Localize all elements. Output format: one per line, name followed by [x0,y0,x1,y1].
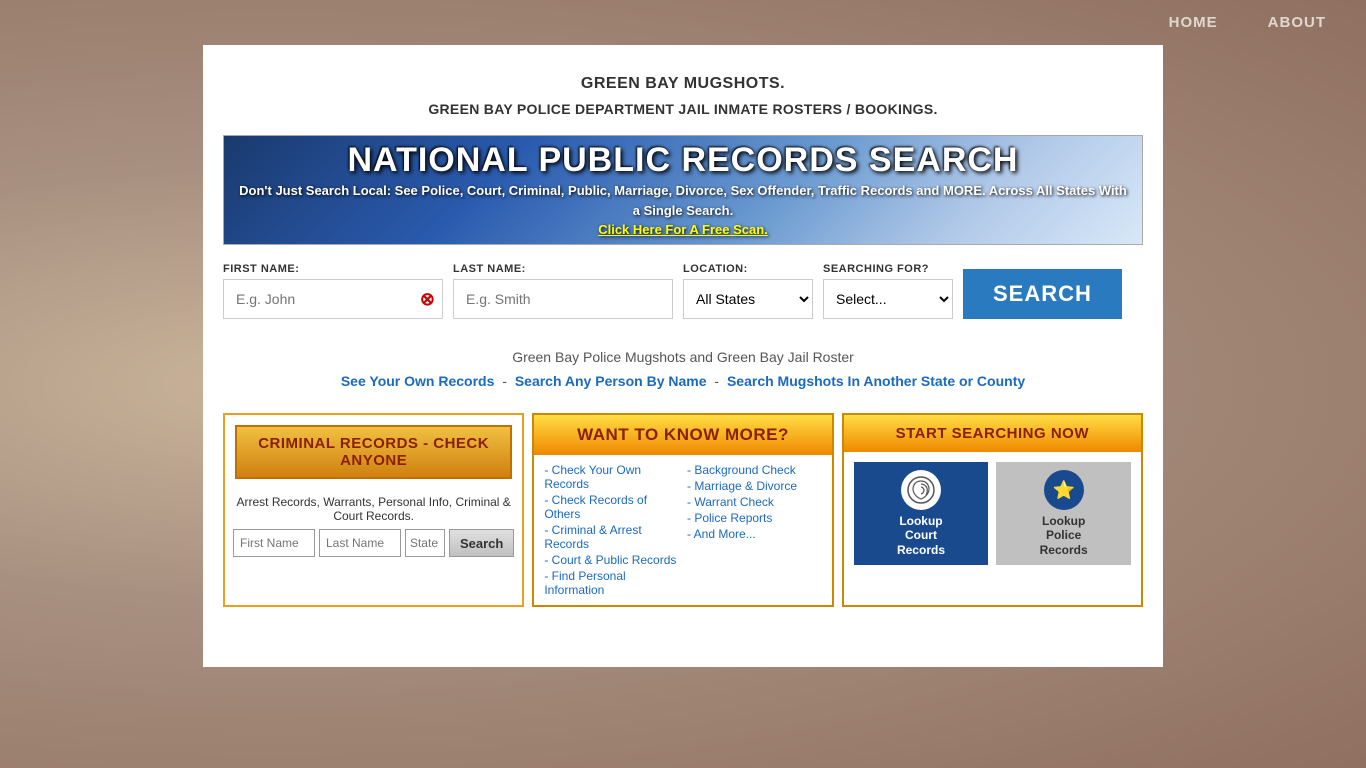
location-group: LOCATION: All States Alabama Alaska Ariz… [683,263,813,319]
know-more-link-10[interactable]: - And More... [687,527,822,541]
location-select[interactable]: All States Alabama Alaska Arizona Califo… [683,279,813,319]
lookup-police-records-button[interactable]: ⭐ LookupPoliceRecords [996,462,1131,565]
page-links: See Your Own Records - Search Any Person… [223,373,1143,389]
know-more-header: WANT TO KNOW MORE? [534,415,831,455]
police-badge-icon: ⭐ [1044,470,1084,510]
start-searching-box: START SEARCHING NOW LookupCourtRecords [842,413,1143,607]
banner-ad[interactable]: NATIONAL PUBLIC RECORDS SEARCH Don't Jus… [223,135,1143,245]
fingerprint-svg [906,475,936,505]
police-lookup-label: LookupPoliceRecords [1040,514,1088,557]
first-name-group: FIRST NAME: ⊗ [223,263,443,319]
criminal-box-header: CRIMINAL RECORDS - CHECK ANYONE [225,415,522,489]
searching-for-label: SEARCHING FOR? [823,263,953,275]
separator-2: - [714,373,723,389]
know-more-link-1[interactable]: - Check Your Own Records [544,463,679,491]
search-button[interactable]: SEARCH [963,269,1122,319]
first-name-label: FIRST NAME: [223,263,443,275]
know-more-col-2: - Background Check - Marriage & Divorce … [687,463,822,597]
search-form: FIRST NAME: ⊗ LAST NAME: LOCATION: All S… [223,263,1143,319]
criminal-records-box: CRIMINAL RECORDS - CHECK ANYONE Arrest R… [223,413,524,607]
last-name-group: LAST NAME: [453,263,673,319]
search-mugshots-link[interactable]: Search Mugshots In Another State or Coun… [727,373,1025,389]
criminal-search-button[interactable]: Search [449,529,514,557]
searching-for-select[interactable]: Select... Background Check Criminal Reco… [823,279,953,319]
start-box-header: START SEARCHING NOW [844,415,1141,452]
first-name-input-wrapper: ⊗ [223,279,443,319]
know-more-col-1: - Check Your Own Records - Check Records… [544,463,679,597]
first-name-input[interactable] [223,279,443,319]
error-icon: ⊗ [420,289,435,310]
know-more-link-2[interactable]: - Check Records of Others [544,493,679,521]
criminal-box-title: CRIMINAL RECORDS - CHECK ANYONE [235,425,512,479]
know-more-link-7[interactable]: - Marriage & Divorce [687,479,822,493]
court-fingerprint-icon [901,470,941,510]
criminal-box-form: Search [225,529,522,567]
know-more-link-3[interactable]: - Criminal & Arrest Records [544,523,679,551]
know-more-title: WANT TO KNOW MORE? [544,425,821,445]
separator-1: - [502,373,511,389]
know-more-link-4[interactable]: - Court & Public Records [544,553,679,567]
own-records-link[interactable]: See Your Own Records [341,373,495,389]
criminal-last-name-input[interactable] [319,529,401,557]
start-box-title: START SEARCHING NOW [854,425,1131,442]
start-box-content: LookupCourtRecords ⭐ LookupPoliceRecords [844,452,1141,575]
know-more-link-5[interactable]: - Find Personal Information [544,569,679,597]
searching-for-group: SEARCHING FOR? Select... Background Chec… [823,263,953,319]
about-nav-link[interactable]: ABOUT [1268,14,1326,31]
criminal-state-input[interactable] [405,529,445,557]
bottom-boxes: CRIMINAL RECORDS - CHECK ANYONE Arrest R… [223,413,1143,607]
banner-link[interactable]: Click Here For A Free Scan. [598,222,768,237]
criminal-box-description: Arrest Records, Warrants, Personal Info,… [225,489,522,529]
know-more-link-6[interactable]: - Background Check [687,463,822,477]
home-nav-link[interactable]: HOME [1169,14,1218,31]
know-more-links: - Check Your Own Records - Check Records… [534,455,831,605]
location-label: LOCATION: [683,263,813,275]
lookup-court-records-button[interactable]: LookupCourtRecords [854,462,989,565]
last-name-label: LAST NAME: [453,263,673,275]
page-subtitle: GREEN BAY POLICE DEPARTMENT JAIL INMATE … [223,101,1143,117]
know-more-link-8[interactable]: - Warrant Check [687,495,822,509]
last-name-input[interactable] [453,279,673,319]
criminal-first-name-input[interactable] [233,529,315,557]
search-person-link[interactable]: Search Any Person By Name [515,373,707,389]
banner-title: NATIONAL PUBLIC RECORDS SEARCH [348,143,1019,177]
main-container: GREEN BAY MUGSHOTS. GREEN BAY POLICE DEP… [203,45,1163,667]
know-more-box: WANT TO KNOW MORE? - Check Your Own Reco… [532,413,833,607]
banner-subtitle: Don't Just Search Local: See Police, Cou… [234,181,1132,220]
court-lookup-label: LookupCourtRecords [897,514,945,557]
banner-overlay: NATIONAL PUBLIC RECORDS SEARCH Don't Jus… [224,136,1142,244]
page-description: Green Bay Police Mugshots and Green Bay … [223,349,1143,365]
top-navigation: HOME ABOUT [0,0,1366,45]
page-title: GREEN BAY MUGSHOTS. [223,75,1143,93]
know-more-link-9[interactable]: - Police Reports [687,511,822,525]
